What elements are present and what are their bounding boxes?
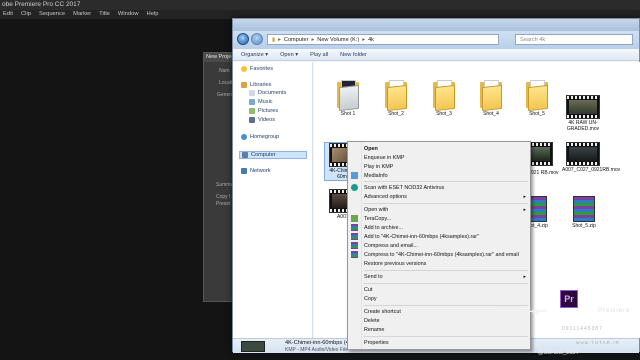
network-icon [241,168,247,174]
pictures-icon [249,108,255,114]
nav-documents[interactable]: Documents [249,90,286,96]
submenu-arrow-icon: ▸ [523,194,526,200]
mediainfo-icon [351,172,358,179]
menu-item-add-archive[interactable]: Add to archive... [363,224,529,232]
watermark-author: سهیل شریفی [492,305,548,314]
watermark-handle: @SOHEIL_2034 [538,350,579,356]
nav-music[interactable]: Music [249,99,273,105]
menu-help[interactable]: Help [147,10,159,19]
file-tile[interactable]: 4K RAW UN-GRADED.mov [562,95,604,132]
menu-item-compress-email[interactable]: Compress and email... [363,242,529,250]
menu-item-add-to-rar[interactable]: Add to "4K-Chimei-inn-60mbps (4ksamples)… [363,233,529,241]
details-filename: 4K-Chimei-inn-60mbps (4ks [285,340,355,346]
open-button[interactable]: Open ▾ [280,49,298,60]
menu-item-compress-rar-email[interactable]: Compress to "4K-Chimei-inn-60mbps (4ksam… [363,251,529,259]
winrar-icon [351,233,358,240]
video-thumbnail-icon [566,95,600,119]
nav-computer[interactable]: Computer [239,151,307,159]
nav-videos[interactable]: Videos [249,117,275,123]
file-tile[interactable]: Shot_3 [424,80,464,117]
watermark-brand: Premiere [598,308,631,314]
explorer-toolbar: Organize ▾ Open ▾ Play all New folder [233,49,639,61]
file-tile[interactable]: Shot_5 [517,80,557,117]
menu-item-open[interactable]: Open [363,145,529,153]
menu-item-play-kmp[interactable]: Play in KMP [363,163,529,171]
folder-icon [334,80,362,112]
file-tile[interactable]: Shot_4 [471,80,511,117]
video-thumbnail-icon [566,142,600,166]
file-tile[interactable]: Shot_5.zip [564,196,604,229]
search-input[interactable]: Search 4k [515,34,633,45]
menu-item-send-to[interactable]: Send to ▸ [363,273,529,281]
nav-favorites[interactable]: Favorites [241,66,273,72]
menu-item-advanced-options[interactable]: Advanced options ▸ [363,193,529,201]
computer-icon [242,152,248,158]
file-tile[interactable]: Shot 1 [328,80,368,117]
menu-window[interactable]: Window [118,10,139,19]
nav-pictures[interactable]: Pictures [249,108,278,114]
submenu-arrow-icon: ▸ [523,274,526,280]
forward-icon[interactable]: › [251,33,263,45]
premiere-logo-icon: Pr [560,290,578,308]
context-menu: Open Enqueue in KMP Play in KMP MediaInf… [347,141,531,350]
explorer-titlebar [233,19,639,31]
winrar-archive-icon [573,196,595,222]
menu-clip[interactable]: Clip [21,10,31,19]
folder-small-icon: ▮ [272,37,276,43]
eset-icon [351,184,358,191]
winrar-icon [351,251,358,258]
back-icon[interactable]: ‹ [237,33,249,45]
breadcrumb-4k[interactable]: 4k [368,35,374,44]
play-all-button[interactable]: Play all [310,49,328,60]
music-icon [249,99,255,105]
folder-icon [477,80,505,112]
details-thumbnail [241,341,265,352]
menu-item-rename[interactable]: Rename [363,326,529,334]
premiere-title: obe Premiere Pro CC 2017 [2,1,81,8]
menu-item-restore-versions[interactable]: Restore previous versions [363,260,529,268]
navigation-pane: Favorites Libraries Documents Music Pict… [233,62,313,338]
details-filetype: KMP - MP4 Audio/Video File [285,347,348,353]
watermark-phone: 09111445387 [562,326,603,332]
library-icon [241,82,247,88]
address-row: ‹ › ▮ ▸ Computer ▸ New Volume (K:) ▸ 4k … [233,31,639,49]
videos-icon [249,117,255,123]
menu-title[interactable]: Title [99,10,110,19]
breadcrumb-computer[interactable]: Computer [284,35,309,44]
menu-item-enqueue-kmp[interactable]: Enqueue in KMP [363,154,529,162]
new-folder-button[interactable]: New folder [340,49,367,60]
nav-libraries[interactable]: Libraries [241,82,271,88]
nav-homegroup[interactable]: Homegroup [241,134,279,140]
teracopy-icon [351,215,358,222]
winrar-icon [351,242,358,249]
menu-item-mediainfo[interactable]: MediaInfo [363,172,529,180]
watermark-website: www.TUTAR.IR [576,340,620,345]
menu-sequence[interactable]: Sequence [39,10,65,19]
homegroup-icon [241,134,247,140]
menu-item-eset-scan[interactable]: Scan with ESET NOD32 Antivirus [363,184,529,192]
nav-network[interactable]: Network [241,168,271,174]
premiere-titlebar: obe Premiere Pro CC 2017 [0,0,640,10]
menu-item-teracopy[interactable]: TeraCopy... [363,215,529,223]
menu-item-properties[interactable]: Properties [363,339,529,347]
breadcrumb-volume[interactable]: New Volume (K:) [317,35,359,44]
file-tile[interactable]: Shot_2 [376,80,416,117]
menu-item-delete[interactable]: Delete [363,317,529,325]
file-tile[interactable]: A007_C027_0921RB.mov [562,142,620,173]
folder-icon [523,80,551,112]
menu-item-cut[interactable]: Cut [363,286,529,294]
menu-marker[interactable]: Marker [73,10,91,19]
organize-button[interactable]: Organize ▾ [241,49,268,60]
menu-item-copy[interactable]: Copy [363,295,529,303]
folder-icon [382,80,410,112]
winrar-icon [351,224,358,231]
star-icon [241,66,247,72]
address-bar[interactable]: ▮ ▸ Computer ▸ New Volume (K:) ▸ 4k [267,34,499,45]
menu-edit[interactable]: Edit [3,10,13,19]
menu-item-open-with[interactable]: Open with ▸ [363,206,529,214]
submenu-arrow-icon: ▸ [523,207,526,213]
documents-icon [249,90,255,96]
folder-icon [430,80,458,112]
